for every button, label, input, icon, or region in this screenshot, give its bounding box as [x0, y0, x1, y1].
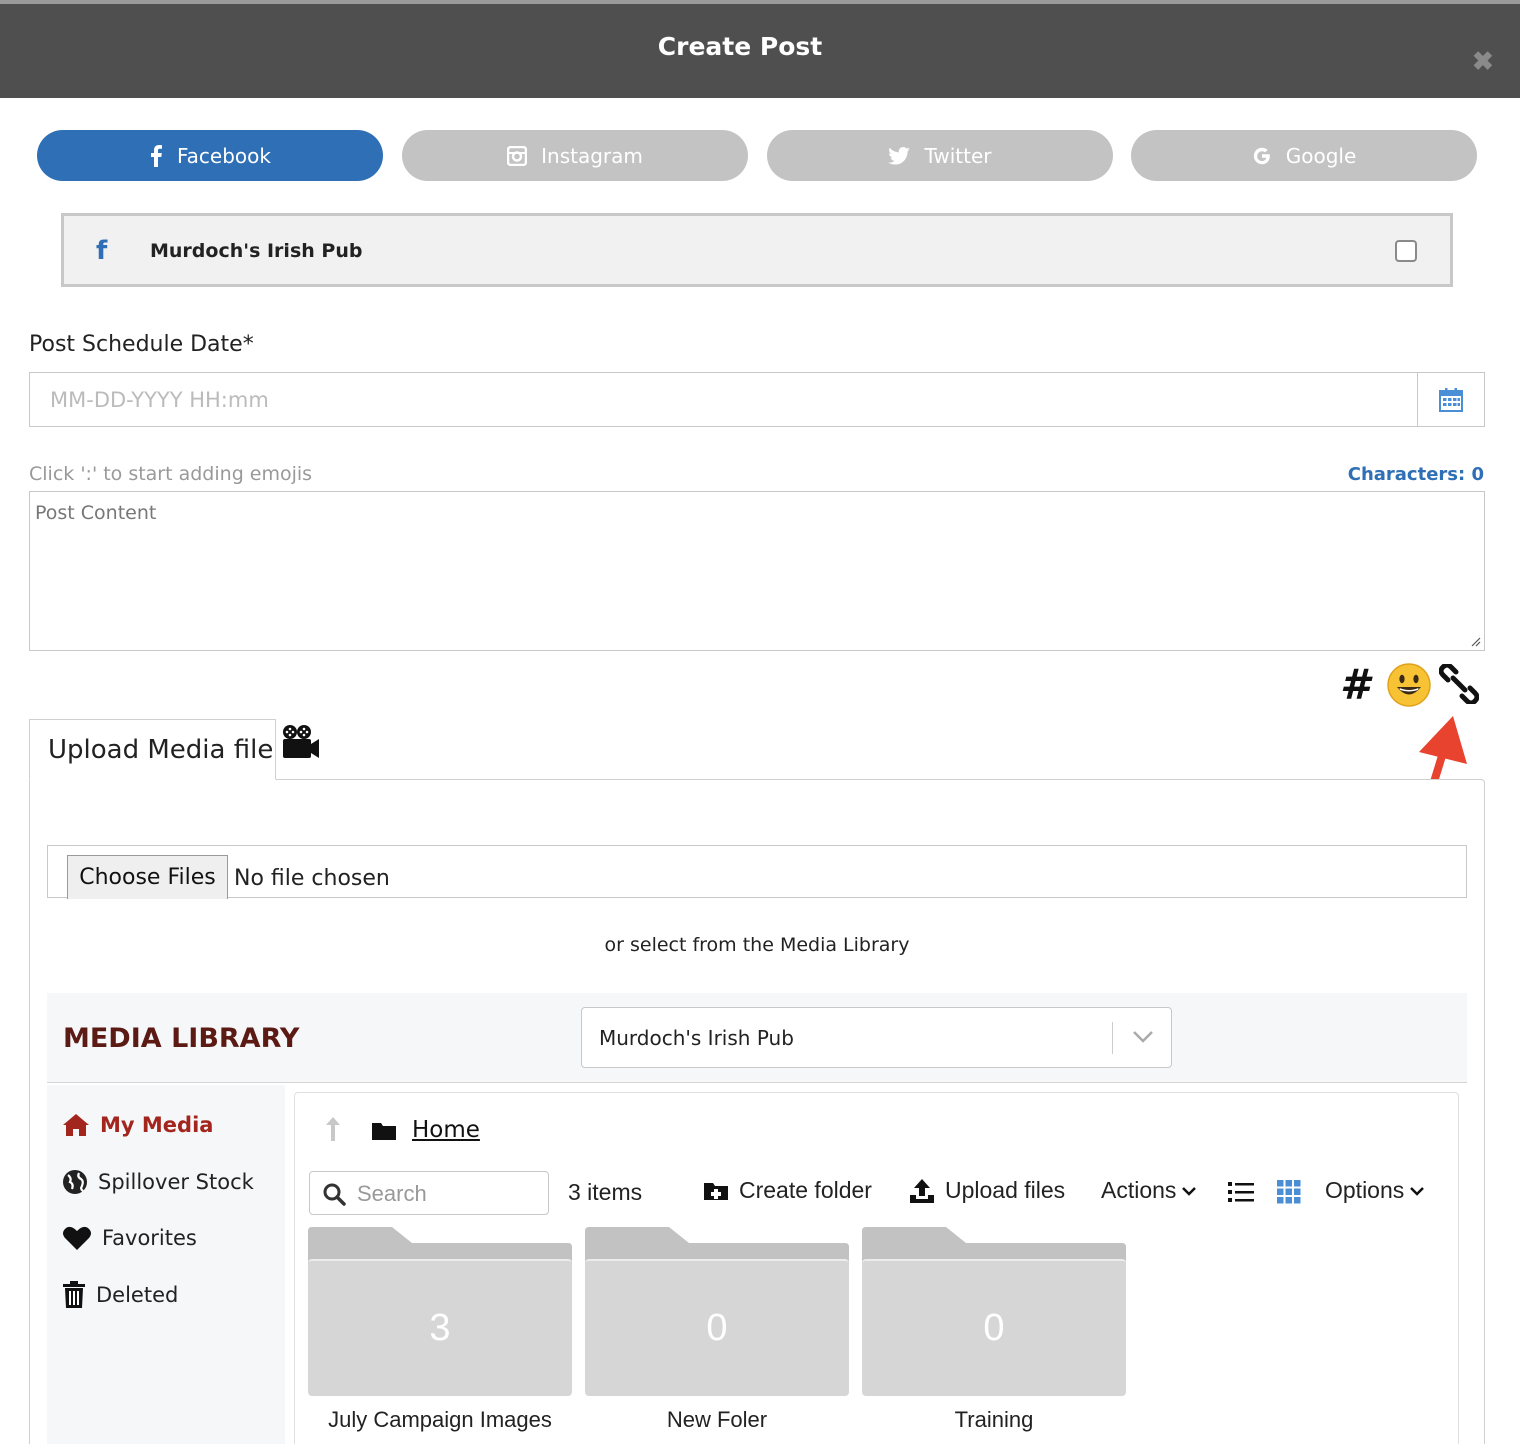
- video-camera-icon[interactable]: [281, 724, 321, 760]
- tab-instagram-label: Instagram: [541, 143, 643, 168]
- folder-item-count: 0: [706, 1307, 728, 1349]
- modal-title: Create Post: [657, 32, 823, 61]
- calendar-button[interactable]: [1417, 372, 1485, 427]
- facebook-icon: [151, 144, 162, 167]
- upload-icon: [910, 1178, 934, 1203]
- instagram-icon: [507, 145, 528, 166]
- breadcrumb-home[interactable]: Home: [412, 1117, 480, 1143]
- sidebar-item-label: Deleted: [96, 1283, 179, 1307]
- search-icon: [323, 1183, 346, 1206]
- tab-upload-media[interactable]: Upload Media file: [29, 719, 276, 780]
- modal-header: Create Post ✖: [0, 0, 1520, 98]
- sidebar-item-deleted[interactable]: Deleted: [62, 1281, 178, 1309]
- media-library-header: MEDIA LIBRARY Murdoch's Irish Pub: [47, 993, 1467, 1083]
- sidebar-item-label: Favorites: [102, 1226, 197, 1250]
- upload-files-button[interactable]: Upload files: [909, 1177, 1065, 1204]
- account-checkbox[interactable]: [1395, 240, 1417, 262]
- tab-twitter[interactable]: Twitter: [767, 130, 1113, 181]
- chevron-down-icon: [1410, 1186, 1425, 1196]
- items-count: 3 items: [568, 1179, 643, 1205]
- facebook-icon: f: [96, 236, 108, 266]
- account-name: Murdoch's Irish Pub: [150, 240, 363, 262]
- folder-card[interactable]: 0 New Foler: [585, 1227, 849, 1432]
- chevron-down-icon: [1182, 1186, 1197, 1196]
- sidebar-item-my-media[interactable]: My Media: [62, 1113, 213, 1137]
- folder-card[interactable]: 0 Training: [862, 1227, 1126, 1432]
- no-file-label: No file chosen: [234, 866, 390, 891]
- character-count: Characters: 0: [1347, 464, 1484, 485]
- hashtag-button[interactable]: #: [1340, 662, 1369, 708]
- media-library-sidebar: My Media Spillover Stock Favorites Delet…: [47, 1085, 285, 1444]
- sidebar-item-favorites[interactable]: Favorites: [62, 1225, 197, 1251]
- chevron-down-icon: [1133, 1031, 1153, 1043]
- tab-twitter-label: Twitter: [924, 143, 992, 168]
- search-input[interactable]: Search: [309, 1171, 549, 1215]
- grid-view-icon[interactable]: [1277, 1180, 1301, 1204]
- sidebar-item-spillover-stock[interactable]: Spillover Stock: [62, 1169, 254, 1195]
- globe-icon: [63, 1170, 87, 1194]
- folder-item-count: 3: [429, 1307, 451, 1349]
- account-select[interactable]: Murdoch's Irish Pub: [581, 1007, 1172, 1068]
- schedule-label: Post Schedule Date*: [29, 332, 254, 357]
- tab-google-label: Google: [1285, 143, 1357, 168]
- folder-card[interactable]: 3 July Campaign Images: [308, 1227, 572, 1432]
- calendar-icon: [1439, 387, 1463, 412]
- up-arrow-icon[interactable]: [323, 1115, 343, 1143]
- tab-instagram[interactable]: Instagram: [402, 130, 748, 181]
- folder-icon: 0: [585, 1227, 849, 1396]
- folder-icon: 3: [308, 1227, 572, 1396]
- resize-grip-icon[interactable]: [1469, 635, 1481, 647]
- emoji-icon[interactable]: [1386, 662, 1432, 708]
- twitter-icon: [888, 146, 911, 165]
- folder-name: Training: [954, 1407, 1034, 1432]
- options-dropdown[interactable]: Options: [1325, 1177, 1425, 1204]
- folder-name: July Campaign Images: [328, 1407, 552, 1432]
- post-content-placeholder: Post Content: [35, 502, 157, 524]
- link-icon[interactable]: [1439, 664, 1479, 704]
- account-select-value: Murdoch's Irish Pub: [599, 1026, 794, 1050]
- trash-icon: [63, 1281, 85, 1308]
- google-icon: [1253, 147, 1270, 164]
- home-icon: [63, 1114, 89, 1136]
- choose-files-button[interactable]: Choose Files: [67, 855, 228, 899]
- post-content-textarea[interactable]: Post Content: [29, 491, 1485, 651]
- list-view-icon[interactable]: [1228, 1181, 1254, 1203]
- close-icon[interactable]: ✖: [1472, 48, 1494, 74]
- media-library-title: MEDIA LIBRARY: [63, 1023, 300, 1054]
- create-folder-button[interactable]: Create folder: [703, 1177, 872, 1204]
- heart-icon: [63, 1226, 91, 1250]
- upload-files-label: Upload files: [945, 1177, 1066, 1203]
- tab-facebook-label: Facebook: [177, 143, 271, 168]
- or-select-text: or select from the Media Library: [604, 934, 910, 956]
- create-folder-label: Create folder: [739, 1177, 872, 1203]
- folder-name: New Foler: [666, 1407, 768, 1432]
- folder-plus-icon: [704, 1182, 728, 1200]
- emoji-hint: Click ':' to start adding emojis: [29, 463, 313, 485]
- folder-item-count: 0: [983, 1307, 1005, 1349]
- tab-google[interactable]: Google: [1131, 130, 1477, 181]
- search-placeholder: Search: [357, 1181, 427, 1206]
- file-input-row: Choose Files No file chosen: [47, 845, 1467, 899]
- select-separator: [1112, 1022, 1113, 1054]
- sidebar-item-label: My Media: [100, 1113, 214, 1137]
- folder-icon: [372, 1123, 396, 1140]
- folder-icon: 0: [862, 1227, 1126, 1396]
- schedule-date-input[interactable]: MM-DD-YYYY HH:mm: [29, 372, 1418, 427]
- actions-label: Actions: [1101, 1177, 1177, 1203]
- options-label: Options: [1325, 1177, 1405, 1203]
- actions-dropdown[interactable]: Actions: [1101, 1177, 1197, 1204]
- account-row[interactable]: f Murdoch's Irish Pub: [61, 213, 1453, 287]
- sidebar-item-label: Spillover Stock: [98, 1170, 254, 1194]
- tab-facebook[interactable]: Facebook: [37, 130, 383, 181]
